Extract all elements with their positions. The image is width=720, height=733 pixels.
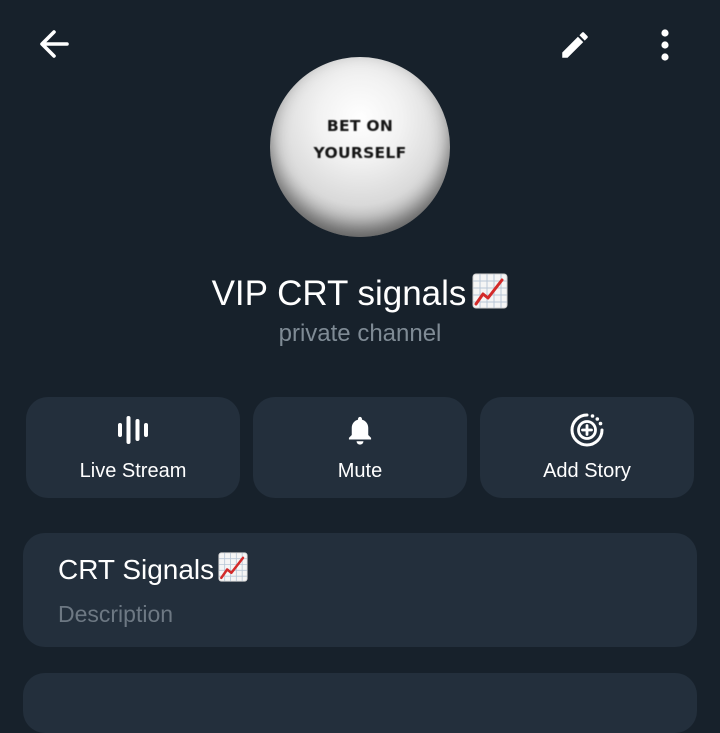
avatar-caption: BET ON YOURSELF (270, 113, 450, 167)
add-story-label: Add Story (543, 460, 631, 482)
more-options-button[interactable] (637, 17, 693, 73)
channel-title-text: VIP CRT signals (211, 274, 467, 313)
description-label: Description (58, 601, 174, 627)
mute-label: Mute (337, 460, 383, 482)
avatar-text-line2: YOURSELF (313, 144, 407, 162)
more-vertical-icon (661, 29, 669, 61)
arrow-left-icon (40, 30, 69, 58)
mute-button[interactable]: Mute (253, 397, 467, 498)
live-stream-button[interactable]: Live Stream (26, 397, 240, 498)
live-stream-label: Live Stream (79, 460, 187, 482)
add-story-button[interactable]: Add Story (480, 397, 694, 498)
channel-avatar[interactable]: BET ON YOURSELF (270, 57, 450, 237)
chart-increasing-emoji-icon (218, 552, 248, 593)
bell-icon (348, 416, 372, 445)
next-info-card[interactable] (23, 673, 697, 733)
live-stream-icon (118, 416, 148, 444)
add-story-icon (570, 413, 604, 447)
channel-info-name: CRT Signals (58, 550, 248, 593)
avatar-text-line1: BET ON (326, 117, 394, 135)
channel-info-card[interactable]: CRT Signals Description (23, 533, 697, 647)
back-button[interactable] (26, 16, 82, 72)
edit-button[interactable] (547, 17, 603, 73)
channel-subtitle: private channel (278, 320, 442, 347)
pencil-icon (562, 32, 588, 58)
channel-title: VIP CRT signals (0, 268, 720, 324)
channel-info-name-text: CRT Signals (58, 554, 215, 585)
